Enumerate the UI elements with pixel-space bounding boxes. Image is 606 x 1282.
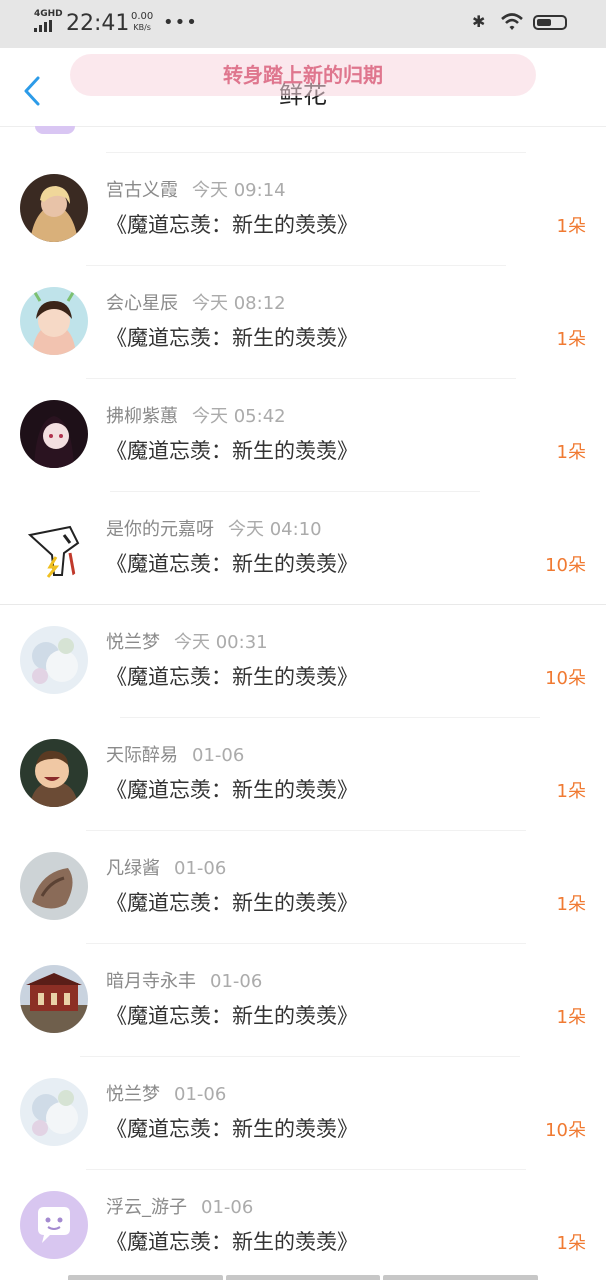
timestamp: 01-06 xyxy=(174,1084,227,1105)
status-bar: 4GHD 22:41 0.00 KB/s ••• ✱ xyxy=(0,0,606,48)
timestamp: 今天 05:42 xyxy=(192,406,286,427)
bluetooth-icon: ✱ xyxy=(472,12,486,31)
username: 悦兰梦 01-06 xyxy=(106,1083,226,1107)
book-title[interactable]: 《魔道忘羡：新生的羡羡》 xyxy=(106,662,358,692)
list-item[interactable]: 拂柳紫蕙 今天 05:42 《魔道忘羡：新生的羡羡》 1朵 xyxy=(0,378,606,491)
flower-count: 10朵 xyxy=(545,555,586,576)
avatar[interactable] xyxy=(20,400,88,468)
list-item[interactable]: 暗月寺永丰 01-06 《魔道忘羡：新生的羡羡》 1朵 xyxy=(0,943,606,1056)
list-item[interactable]: 凡绿酱 01-06 《魔道忘羡：新生的羡羡》 1朵 xyxy=(0,830,606,943)
timestamp: 01-06 xyxy=(174,858,227,879)
flower-count: 1朵 xyxy=(556,442,586,463)
avatar[interactable] xyxy=(20,852,88,920)
flower-count: 1朵 xyxy=(556,216,586,237)
user-name-text: 宫古义霞 xyxy=(106,180,178,201)
avatar[interactable] xyxy=(20,287,88,355)
speed-unit: KB/s xyxy=(133,23,151,32)
user-name-text: 凡绿酱 xyxy=(106,858,160,879)
username: 悦兰梦 今天 00:31 xyxy=(106,631,268,655)
flower-count: 10朵 xyxy=(545,668,586,689)
book-title[interactable]: 《魔道忘羡：新生的羡羡》 xyxy=(106,1227,358,1257)
username: 天际醉易 01-06 xyxy=(106,744,244,768)
avatar[interactable] xyxy=(20,739,88,807)
timestamp: 今天 04:10 xyxy=(228,519,322,540)
book-title[interactable]: 《魔道忘羡：新生的羡羡》 xyxy=(106,888,358,918)
flower-count: 1朵 xyxy=(556,329,586,350)
user-name-text: 悦兰梦 xyxy=(106,1084,160,1105)
flower-count: 1朵 xyxy=(556,894,586,915)
book-title[interactable]: 《魔道忘羡：新生的羡羡》 xyxy=(106,323,358,353)
timestamp: 01-06 xyxy=(192,745,245,766)
battery-icon xyxy=(533,15,567,30)
username: 拂柳紫蕙 今天 05:42 xyxy=(106,405,286,429)
flower-count: 1朵 xyxy=(556,1233,586,1254)
list-item[interactable]: 浮云_游子 01-06 《魔道忘羡：新生的羡羡》 1朵 xyxy=(0,1169,606,1282)
timestamp: 今天 09:14 xyxy=(192,180,286,201)
username: 凡绿酱 01-06 xyxy=(106,857,226,881)
list-item[interactable]: 宫古义霞 今天 09:14 《魔道忘羡：新生的羡羡》 1朵 xyxy=(0,152,606,265)
header-bar: 鲜花 转身踏上新的归期 xyxy=(0,48,606,127)
timestamp: 01-06 xyxy=(201,1197,254,1218)
username: 会心星辰 今天 08:12 xyxy=(106,292,286,316)
list-item[interactable]: 悦兰梦 今天 00:31 《魔道忘羡：新生的羡羡》 10朵 xyxy=(0,604,606,717)
flower-list: 宫古义霞 今天 09:14 《魔道忘羡：新生的羡羡》 1朵 会心星辰 今天 08:1… xyxy=(0,152,606,1282)
more-notifications-icon: ••• xyxy=(163,12,198,33)
book-title[interactable]: 《魔道忘羡：新生的羡羡》 xyxy=(106,775,358,805)
user-name-text: 悦兰梦 xyxy=(106,632,160,653)
avatar[interactable] xyxy=(20,965,88,1033)
flower-count: 1朵 xyxy=(556,1007,586,1028)
username: 暗月寺永丰 01-06 xyxy=(106,970,262,994)
speed-value: 0.00 xyxy=(131,11,154,22)
user-name-text: 是你的元嘉呀 xyxy=(106,519,214,540)
toast-banner: 转身踏上新的归期 xyxy=(70,54,536,96)
status-time: 22:41 xyxy=(66,11,130,36)
book-title[interactable]: 《魔道忘羡：新生的羡羡》 xyxy=(106,1001,358,1031)
flower-count: 10朵 xyxy=(545,1120,586,1141)
username: 浮云_游子 01-06 xyxy=(106,1196,253,1220)
book-title[interactable]: 《魔道忘羡：新生的羡羡》 xyxy=(106,436,358,466)
user-name-text: 会心星辰 xyxy=(106,293,178,314)
wifi-icon xyxy=(501,13,523,30)
network-speed: 0.00 KB/s xyxy=(131,11,153,33)
list-item[interactable]: 会心星辰 今天 08:12 《魔道忘羡：新生的羡羡》 1朵 xyxy=(0,265,606,378)
avatar[interactable] xyxy=(20,1191,88,1259)
network-type: 4GHD xyxy=(34,9,63,19)
user-name-text: 拂柳紫蕙 xyxy=(106,406,178,427)
avatar[interactable] xyxy=(20,1078,88,1146)
list-item[interactable]: 天际醉易 01-06 《魔道忘羡：新生的羡羡》 1朵 xyxy=(0,717,606,830)
username: 宫古义霞 今天 09:14 xyxy=(106,179,286,203)
book-title[interactable]: 《魔道忘羡：新生的羡羡》 xyxy=(106,210,358,240)
user-name-text: 浮云_游子 xyxy=(106,1197,187,1218)
avatar[interactable] xyxy=(20,174,88,242)
user-name-text: 暗月寺永丰 xyxy=(106,971,196,992)
timestamp: 01-06 xyxy=(210,971,263,992)
book-title[interactable]: 《魔道忘羡：新生的羡羡》 xyxy=(106,1114,358,1144)
bottom-tab-edge xyxy=(68,1275,539,1280)
avatar[interactable] xyxy=(20,626,88,694)
flower-count: 1朵 xyxy=(556,781,586,802)
signal-icon xyxy=(34,20,52,32)
book-title[interactable]: 《魔道忘羡：新生的羡羡》 xyxy=(106,549,358,579)
avatar xyxy=(35,126,75,134)
user-name-text: 天际醉易 xyxy=(106,745,178,766)
list-item[interactable]: 是你的元嘉呀 今天 04:10 《魔道忘羡：新生的羡羡》 10朵 xyxy=(0,491,606,604)
avatar[interactable] xyxy=(20,513,88,581)
timestamp: 今天 08:12 xyxy=(192,293,286,314)
timestamp: 今天 00:31 xyxy=(174,632,268,653)
list-item[interactable]: 悦兰梦 01-06 《魔道忘羡：新生的羡羡》 10朵 xyxy=(0,1056,606,1169)
username: 是你的元嘉呀 今天 04:10 xyxy=(106,518,322,542)
